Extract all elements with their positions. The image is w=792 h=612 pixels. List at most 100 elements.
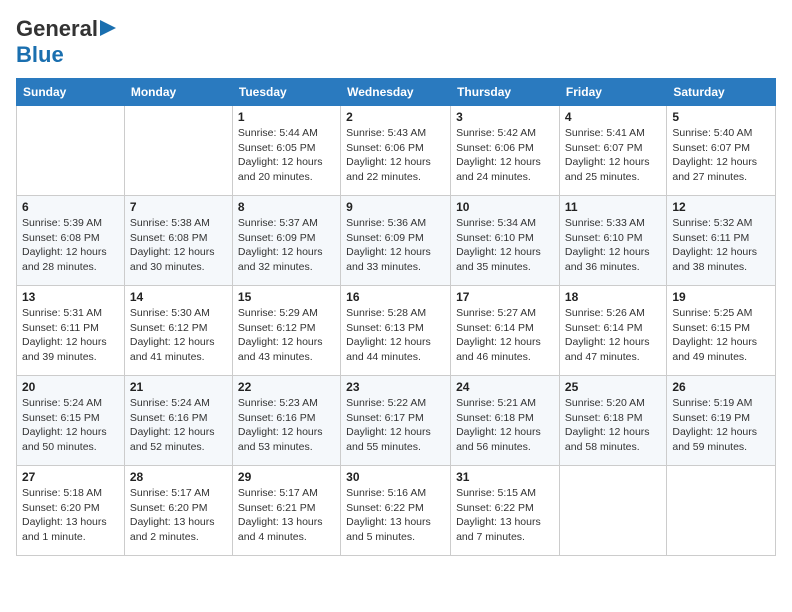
day-number: 14 [130,290,227,304]
cell-content: Sunrise: 5:30 AM Sunset: 6:12 PM Dayligh… [130,306,227,365]
cell-content: Sunrise: 5:37 AM Sunset: 6:09 PM Dayligh… [238,216,335,275]
calendar-cell: 5Sunrise: 5:40 AM Sunset: 6:07 PM Daylig… [667,106,776,196]
day-number: 10 [456,200,554,214]
calendar-cell: 3Sunrise: 5:42 AM Sunset: 6:06 PM Daylig… [451,106,560,196]
day-number: 29 [238,470,335,484]
calendar-cell: 24 Sunrise: 5:21 AM Sunset: 6:18 PM Dayli… [451,376,560,466]
day-number: 24 [456,380,554,394]
logo-arrow-icon [100,20,116,41]
cell-content: Sunrise: 5:22 AM Sunset: 6:17 PM Dayligh… [346,396,445,455]
calendar-cell: 9 Sunrise: 5:36 AM Sunset: 6:09 PM Daylig… [341,196,451,286]
day-number: 28 [130,470,227,484]
day-number: 19 [672,290,770,304]
calendar-cell [124,106,232,196]
cell-content: Sunrise: 5:39 AM Sunset: 6:08 PM Dayligh… [22,216,119,275]
day-number: 12 [672,200,770,214]
calendar-week-row: 6 Sunrise: 5:39 AM Sunset: 6:08 PM Daylig… [17,196,776,286]
day-number: 15 [238,290,335,304]
logo-blue-text: Blue [16,42,64,67]
calendar-cell: 15Sunrise: 5:29 AM Sunset: 6:12 PM Dayli… [232,286,340,376]
cell-content: Sunrise: 5:38 AM Sunset: 6:08 PM Dayligh… [130,216,227,275]
calendar-cell: 25 Sunrise: 5:20 AM Sunset: 6:18 PM Dayli… [559,376,666,466]
calendar-cell: 2 Sunrise: 5:43 AM Sunset: 6:06 PM Daylig… [341,106,451,196]
calendar-cell: 18Sunrise: 5:26 AM Sunset: 6:14 PM Dayli… [559,286,666,376]
calendar-cell: 20Sunrise: 5:24 AM Sunset: 6:15 PM Dayli… [17,376,125,466]
calendar-cell: 23 Sunrise: 5:22 AM Sunset: 6:17 PM Dayli… [341,376,451,466]
calendar-cell: 31 Sunrise: 5:15 AM Sunset: 6:22 PM Dayli… [451,466,560,556]
day-number: 21 [130,380,227,394]
day-number: 22 [238,380,335,394]
cell-content: Sunrise: 5:19 AM Sunset: 6:19 PM Dayligh… [672,396,770,455]
cell-content: Sunrise: 5:44 AM Sunset: 6:05 PM Dayligh… [238,126,335,185]
calendar-cell [559,466,666,556]
calendar-cell: 16 Sunrise: 5:28 AM Sunset: 6:13 PM Dayli… [341,286,451,376]
logo: General Blue [16,16,116,68]
calendar-cell: 13Sunrise: 5:31 AM Sunset: 6:11 PM Dayli… [17,286,125,376]
calendar-cell: 8 Sunrise: 5:37 AM Sunset: 6:09 PM Daylig… [232,196,340,286]
cell-content: Sunrise: 5:15 AM Sunset: 6:22 PM Dayligh… [456,486,554,545]
calendar-header-row: SundayMondayTuesdayWednesdayThursdayFrid… [17,79,776,106]
day-of-week-header: Tuesday [232,79,340,106]
calendar-cell: 21Sunrise: 5:24 AM Sunset: 6:16 PM Dayli… [124,376,232,466]
calendar-cell: 30Sunrise: 5:16 AM Sunset: 6:22 PM Dayli… [341,466,451,556]
cell-content: Sunrise: 5:20 AM Sunset: 6:18 PM Dayligh… [565,396,661,455]
day-number: 5 [672,110,770,124]
day-number: 6 [22,200,119,214]
cell-content: Sunrise: 5:21 AM Sunset: 6:18 PM Dayligh… [456,396,554,455]
day-number: 20 [22,380,119,394]
cell-content: Sunrise: 5:16 AM Sunset: 6:22 PM Dayligh… [346,486,445,545]
day-of-week-header: Wednesday [341,79,451,106]
day-of-week-header: Saturday [667,79,776,106]
day-number: 23 [346,380,445,394]
calendar-cell [667,466,776,556]
day-number: 16 [346,290,445,304]
cell-content: Sunrise: 5:27 AM Sunset: 6:14 PM Dayligh… [456,306,554,365]
day-number: 2 [346,110,445,124]
calendar-cell: 7 Sunrise: 5:38 AM Sunset: 6:08 PM Daylig… [124,196,232,286]
cell-content: Sunrise: 5:26 AM Sunset: 6:14 PM Dayligh… [565,306,661,365]
calendar-week-row: 1 Sunrise: 5:44 AM Sunset: 6:05 PM Daylig… [17,106,776,196]
calendar-cell [17,106,125,196]
calendar-cell: 10 Sunrise: 5:34 AM Sunset: 6:10 PM Dayli… [451,196,560,286]
calendar-cell: 28 Sunrise: 5:17 AM Sunset: 6:20 PM Dayli… [124,466,232,556]
day-number: 25 [565,380,661,394]
cell-content: Sunrise: 5:41 AM Sunset: 6:07 PM Dayligh… [565,126,661,185]
day-number: 9 [346,200,445,214]
cell-content: Sunrise: 5:34 AM Sunset: 6:10 PM Dayligh… [456,216,554,275]
cell-content: Sunrise: 5:31 AM Sunset: 6:11 PM Dayligh… [22,306,119,365]
calendar-week-row: 13Sunrise: 5:31 AM Sunset: 6:11 PM Dayli… [17,286,776,376]
cell-content: Sunrise: 5:25 AM Sunset: 6:15 PM Dayligh… [672,306,770,365]
cell-content: Sunrise: 5:23 AM Sunset: 6:16 PM Dayligh… [238,396,335,455]
day-number: 26 [672,380,770,394]
calendar-cell: 6 Sunrise: 5:39 AM Sunset: 6:08 PM Daylig… [17,196,125,286]
cell-content: Sunrise: 5:18 AM Sunset: 6:20 PM Dayligh… [22,486,119,545]
calendar-body: 1 Sunrise: 5:44 AM Sunset: 6:05 PM Daylig… [17,106,776,556]
page-header: General Blue [16,16,776,68]
cell-content: Sunrise: 5:43 AM Sunset: 6:06 PM Dayligh… [346,126,445,185]
calendar-cell: 1 Sunrise: 5:44 AM Sunset: 6:05 PM Daylig… [232,106,340,196]
day-number: 7 [130,200,227,214]
day-of-week-header: Friday [559,79,666,106]
day-number: 4 [565,110,661,124]
cell-content: Sunrise: 5:33 AM Sunset: 6:10 PM Dayligh… [565,216,661,275]
day-number: 17 [456,290,554,304]
calendar-cell: 11 Sunrise: 5:33 AM Sunset: 6:10 PM Dayli… [559,196,666,286]
day-number: 31 [456,470,554,484]
day-number: 11 [565,200,661,214]
calendar-cell: 17 Sunrise: 5:27 AM Sunset: 6:14 PM Dayli… [451,286,560,376]
calendar-cell: 22 Sunrise: 5:23 AM Sunset: 6:16 PM Dayli… [232,376,340,466]
day-number: 1 [238,110,335,124]
day-number: 8 [238,200,335,214]
cell-content: Sunrise: 5:28 AM Sunset: 6:13 PM Dayligh… [346,306,445,365]
calendar-week-row: 20Sunrise: 5:24 AM Sunset: 6:15 PM Dayli… [17,376,776,466]
day-of-week-header: Sunday [17,79,125,106]
day-of-week-header: Monday [124,79,232,106]
calendar-week-row: 27Sunrise: 5:18 AM Sunset: 6:20 PM Dayli… [17,466,776,556]
cell-content: Sunrise: 5:32 AM Sunset: 6:11 PM Dayligh… [672,216,770,275]
calendar-cell: 14 Sunrise: 5:30 AM Sunset: 6:12 PM Dayli… [124,286,232,376]
cell-content: Sunrise: 5:36 AM Sunset: 6:09 PM Dayligh… [346,216,445,275]
cell-content: Sunrise: 5:17 AM Sunset: 6:20 PM Dayligh… [130,486,227,545]
calendar-cell: 4 Sunrise: 5:41 AM Sunset: 6:07 PM Daylig… [559,106,666,196]
calendar-cell: 12 Sunrise: 5:32 AM Sunset: 6:11 PM Dayli… [667,196,776,286]
day-number: 3 [456,110,554,124]
